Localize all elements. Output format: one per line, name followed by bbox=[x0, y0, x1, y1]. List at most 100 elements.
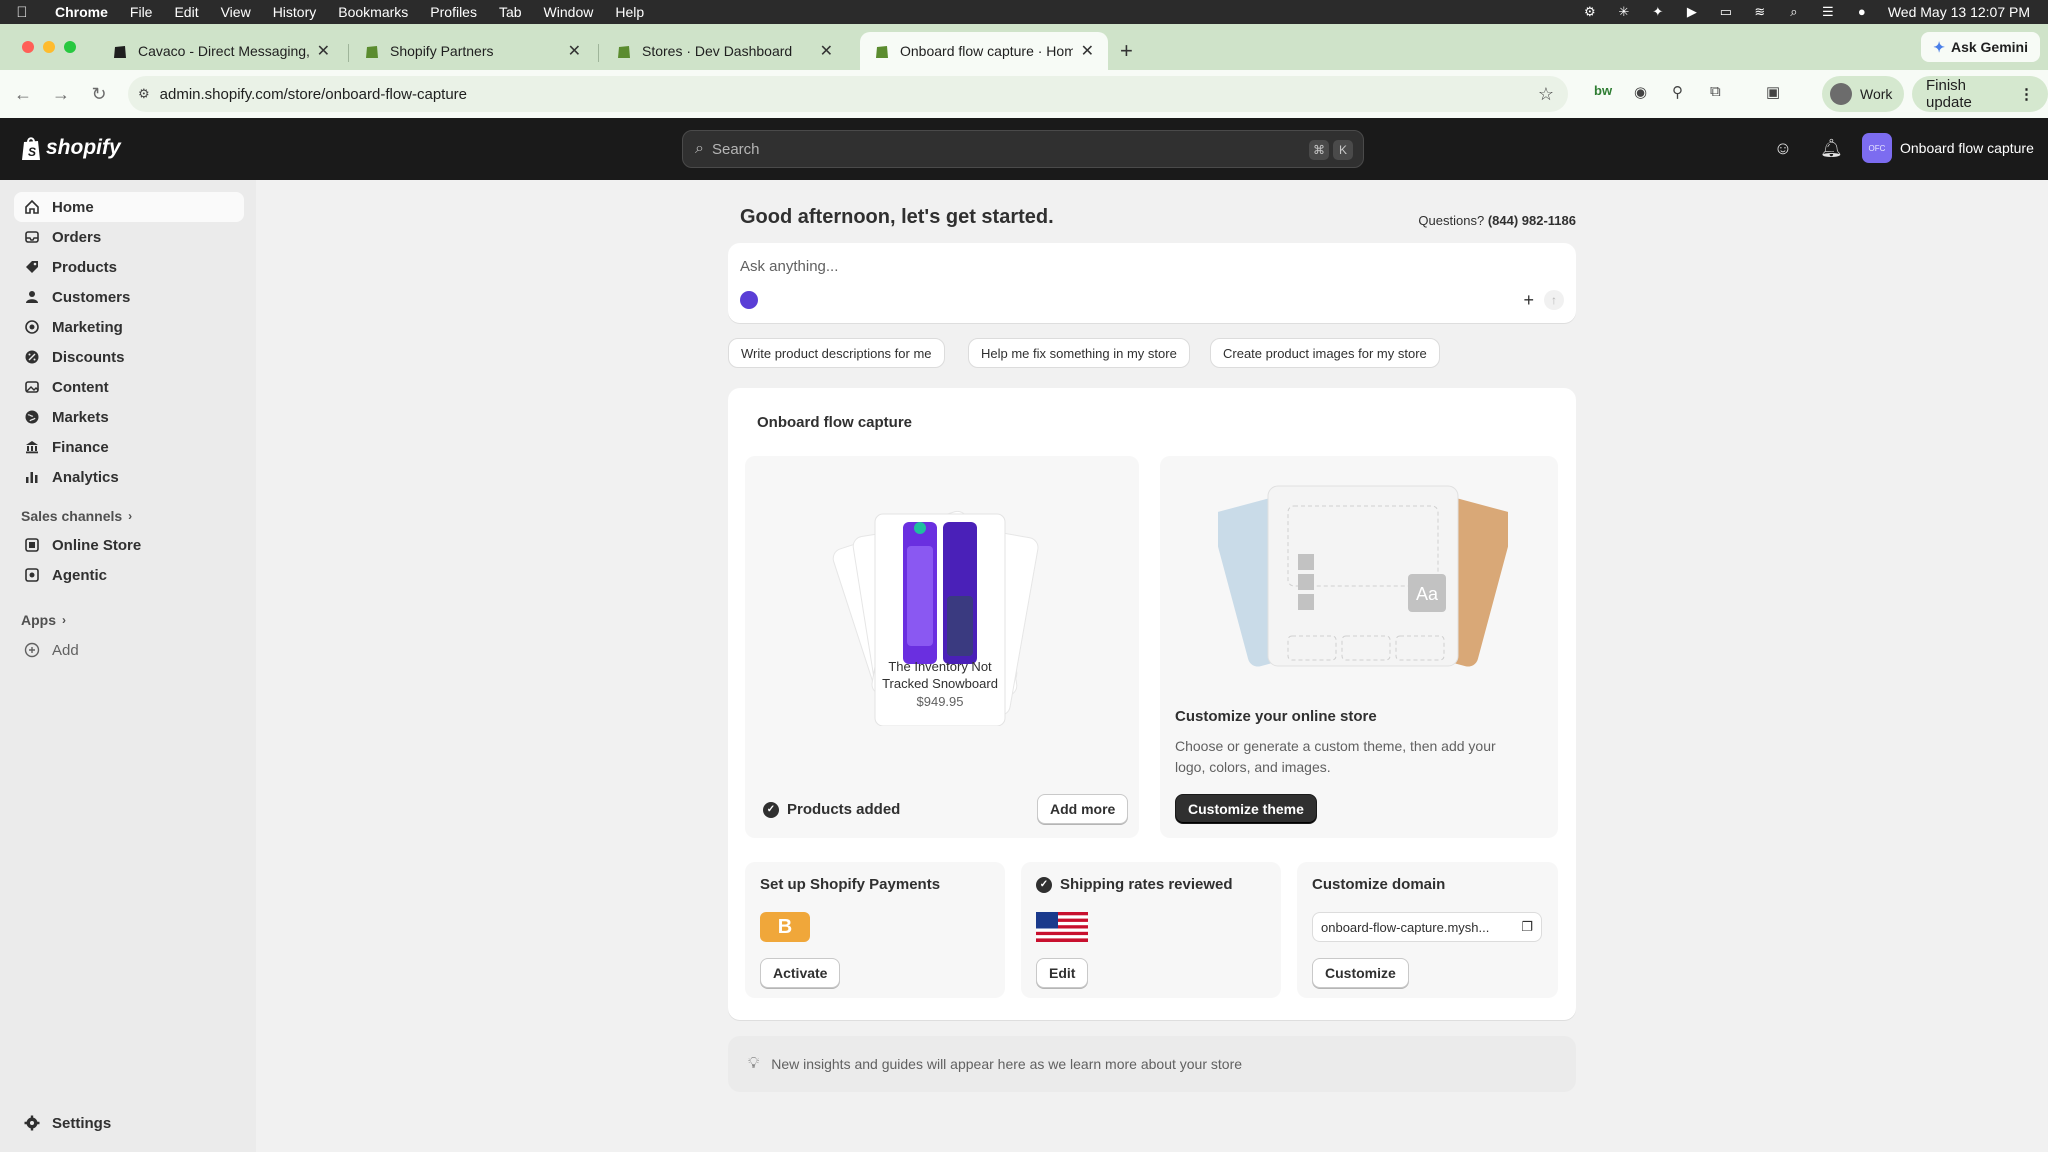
bell-icon[interactable]: 🔔︎ bbox=[1820, 138, 1843, 160]
search-input[interactable]: ⌕ Search ⌘ K bbox=[682, 130, 1364, 168]
window-minimize-button[interactable] bbox=[43, 41, 55, 53]
close-tab-icon[interactable]: ✕ bbox=[568, 41, 581, 61]
shopify-logo[interactable]: S shopify bbox=[20, 135, 121, 161]
menu-view[interactable]: View bbox=[210, 4, 262, 20]
sidebar-item-label: Discounts bbox=[52, 348, 125, 366]
finish-update-button[interactable]: Finish update ⋮ bbox=[1912, 76, 2048, 112]
tab-stores-dev-dashboard[interactable]: Stores · Dev Dashboard ✕ bbox=[602, 32, 847, 70]
tab-cavaco[interactable]: Cavaco - Direct Messaging, F ✕ bbox=[98, 32, 344, 70]
control-center-icon[interactable]: ☰ bbox=[1820, 5, 1836, 19]
store-avatar: OFC bbox=[1862, 133, 1892, 163]
window-zoom-button[interactable] bbox=[64, 41, 76, 53]
menu-bookmarks[interactable]: Bookmarks bbox=[327, 4, 419, 20]
sidebar-item-add-app[interactable]: Add bbox=[14, 635, 244, 665]
close-tab-icon[interactable]: ✕ bbox=[1081, 41, 1094, 61]
browser-tab-strip: Cavaco - Direct Messaging, F ✕ Shopify P… bbox=[0, 24, 2048, 70]
close-tab-icon[interactable]: ✕ bbox=[317, 41, 330, 61]
menu-window[interactable]: Window bbox=[533, 4, 605, 20]
menu-file[interactable]: File bbox=[119, 4, 164, 20]
tab-search-icon[interactable]: ▣ bbox=[1766, 83, 1780, 101]
bookmark-star-icon[interactable]: ☆ bbox=[1538, 84, 1554, 105]
sidekick-icon[interactable]: ☺ bbox=[1772, 138, 1794, 160]
tab-title: Cavaco - Direct Messaging, F bbox=[138, 43, 309, 59]
site-info-icon[interactable]: ⚙ bbox=[138, 86, 150, 102]
new-tab-icon[interactable]: + bbox=[1120, 38, 1133, 64]
sales-channels-header[interactable]: Sales channels › bbox=[21, 508, 132, 524]
clipboard-icon[interactable]: ❐ bbox=[1521, 919, 1533, 935]
sidebar-item-online-store[interactable]: Online Store bbox=[14, 530, 244, 560]
link-extension-icon[interactable]: ⚲ bbox=[1672, 83, 1683, 101]
customize-store-panel: Aa Customize your online store Choose or… bbox=[1160, 456, 1558, 838]
add-more-button[interactable]: Add more bbox=[1037, 794, 1129, 824]
menu-tab[interactable]: Tab bbox=[488, 4, 533, 20]
wifi-icon[interactable]: ≋ bbox=[1752, 5, 1768, 19]
forward-icon[interactable]: → bbox=[42, 84, 80, 105]
menu-history[interactable]: History bbox=[262, 4, 328, 20]
sidebar-item-agentic[interactable]: Agentic bbox=[14, 560, 244, 590]
chevron-right-icon: › bbox=[128, 509, 133, 523]
domain-field[interactable]: onboard-flow-capture.mysh... ❐ bbox=[1312, 912, 1542, 942]
suggestion-chip-images[interactable]: Create product images for my store bbox=[1210, 338, 1440, 368]
profile-button[interactable]: Work bbox=[1822, 76, 1905, 112]
menu-app-name[interactable]: Chrome bbox=[44, 4, 119, 20]
menu-profiles[interactable]: Profiles bbox=[419, 4, 488, 20]
reload-icon[interactable]: ↻ bbox=[80, 84, 118, 105]
customize-domain-button[interactable]: Customize bbox=[1312, 958, 1409, 988]
tab-divider bbox=[348, 44, 349, 62]
suggestion-chip-fix[interactable]: Help me fix something in my store bbox=[968, 338, 1190, 368]
window-close-button[interactable] bbox=[22, 41, 34, 53]
sidebar-item-content[interactable]: Content bbox=[14, 372, 244, 402]
close-tab-icon[interactable]: ✕ bbox=[820, 41, 833, 61]
sidebar-item-home[interactable]: Home bbox=[14, 192, 244, 222]
sidebar-item-marketing[interactable]: Marketing bbox=[14, 312, 244, 342]
sidebar-item-discounts[interactable]: Discounts bbox=[14, 342, 244, 372]
sidebar-item-finance[interactable]: Finance bbox=[14, 432, 244, 462]
search-icon: ⌕ bbox=[695, 140, 704, 157]
store-menu-button[interactable]: OFC Onboard flow capture bbox=[1862, 133, 2034, 163]
spotlight-icon[interactable]: ⌕ bbox=[1786, 5, 1802, 19]
sidebar-item-markets[interactable]: Markets bbox=[14, 402, 244, 432]
back-icon[interactable]: ← bbox=[4, 84, 42, 105]
send-arrow-icon[interactable]: ↑ bbox=[1544, 290, 1564, 310]
domain-panel: Customize domain onboard-flow-capture.my… bbox=[1297, 862, 1558, 998]
gemini-status-icon[interactable]: ✦ bbox=[1650, 5, 1666, 19]
menubar-clock[interactable]: Wed May 13 12:07 PM bbox=[1888, 4, 2030, 20]
sidebar-item-settings[interactable]: Settings bbox=[14, 1108, 244, 1138]
product-name: The Inventory Not Tracked Snowboard bbox=[835, 658, 1045, 692]
siri-icon[interactable]: ● bbox=[1854, 5, 1870, 19]
activate-button[interactable]: Activate bbox=[760, 958, 841, 988]
edit-shipping-button[interactable]: Edit bbox=[1036, 958, 1089, 988]
apps-header[interactable]: Apps › bbox=[21, 612, 66, 628]
sidekick-ask-input[interactable]: Ask anything... + ↑ bbox=[728, 243, 1576, 323]
bw-extension-icon[interactable]: bw bbox=[1594, 83, 1612, 98]
url-text[interactable]: admin.shopify.com/store/onboard-flow-cap… bbox=[160, 86, 467, 103]
sidebar-item-analytics[interactable]: Analytics bbox=[14, 462, 244, 492]
sidebar: Home Orders Products Customers Marketing… bbox=[0, 180, 256, 1152]
menu-help[interactable]: Help bbox=[604, 4, 655, 20]
menu-edit[interactable]: Edit bbox=[163, 4, 209, 20]
settings-status-icon[interactable]: ⚙ bbox=[1582, 5, 1598, 19]
sidebar-item-customers[interactable]: Customers bbox=[14, 282, 244, 312]
extensions-puzzle-icon[interactable]: ⧉ bbox=[1710, 83, 1721, 100]
support-phone: Questions? (844) 982-1186 bbox=[1418, 213, 1576, 228]
suggestion-chip-descriptions[interactable]: Write product descriptions for me bbox=[728, 338, 945, 368]
tab-shopify-partners[interactable]: Shopify Partners ✕ bbox=[350, 32, 595, 70]
sidebar-item-products[interactable]: Products bbox=[14, 252, 244, 282]
color-extension-icon[interactable]: ◉ bbox=[1634, 83, 1647, 101]
sidebar-item-label: Orders bbox=[52, 228, 102, 246]
sparkle-status-icon[interactable]: ✳ bbox=[1616, 5, 1632, 19]
browser-toolbar: ← → ↻ ⚙ admin.shopify.com/store/onboard-… bbox=[0, 70, 2048, 118]
sidebar-item-label: Analytics bbox=[52, 468, 119, 486]
apple-icon[interactable]:  bbox=[0, 4, 44, 21]
sidebar-item-orders[interactable]: Orders bbox=[14, 222, 244, 252]
customize-theme-button[interactable]: Customize theme bbox=[1175, 794, 1317, 824]
ask-gemini-button[interactable]: ✦ Ask Gemini bbox=[1921, 32, 2040, 62]
address-bar[interactable]: ⚙ admin.shopify.com/store/onboard-flow-c… bbox=[128, 76, 1568, 112]
tab-onboard-flow-capture[interactable]: Onboard flow capture · Home ✕ bbox=[860, 32, 1108, 70]
sidebar-item-label: Home bbox=[52, 198, 94, 216]
phone-number[interactable]: (844) 982-1186 bbox=[1488, 213, 1576, 228]
play-status-icon[interactable]: ▶ bbox=[1684, 5, 1700, 19]
attach-plus-icon[interactable]: + bbox=[1523, 290, 1534, 311]
shopify-favicon-icon bbox=[874, 43, 890, 59]
battery-icon[interactable]: ▭ bbox=[1718, 5, 1734, 19]
